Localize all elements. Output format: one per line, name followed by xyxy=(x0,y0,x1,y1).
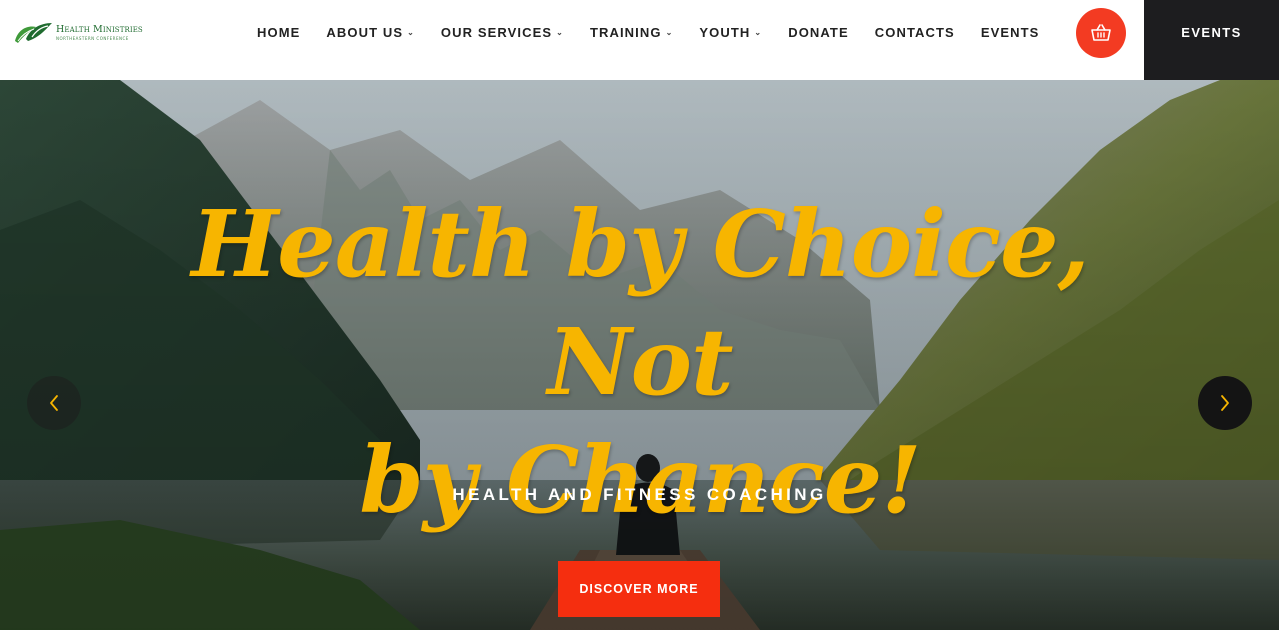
chevron-down-icon: ⌄ xyxy=(407,27,415,37)
chevron-left-icon xyxy=(50,395,58,411)
basket-icon xyxy=(1091,24,1111,41)
chevron-right-icon xyxy=(1221,395,1229,411)
nav-label: ABOUT US xyxy=(326,24,404,40)
discover-more-button[interactable]: DISCOVER MORE xyxy=(558,561,720,617)
chevron-down-icon: ⌄ xyxy=(754,27,763,37)
hero-subtitle: HEALTH AND FITNESS COACHING xyxy=(452,485,827,504)
nav-item-about-us[interactable]: ABOUT US ⌄ xyxy=(326,25,415,40)
nav-item-donate[interactable]: DONATE xyxy=(788,25,849,40)
nav-item-contacts[interactable]: CONTACTS xyxy=(875,25,955,40)
logo-title: Health Ministries xyxy=(56,24,143,36)
hero-headline-line2: by Chance! xyxy=(359,426,921,534)
chevron-down-icon: ⌄ xyxy=(665,27,674,37)
nav-item-home[interactable]: HOME xyxy=(257,25,300,40)
slider-next-button[interactable] xyxy=(1198,376,1252,430)
nav-label: CONTACTS xyxy=(874,24,955,40)
nav-label: DONATE xyxy=(788,24,849,40)
nav-item-training[interactable]: TRAINING ⌄ xyxy=(590,25,673,40)
site-header: Health Ministries NORTHEASTERN CONFERENC… xyxy=(0,0,1279,80)
nav-label: OUR SERVICES xyxy=(440,24,553,40)
chevron-down-icon: ⌄ xyxy=(556,27,564,37)
nav-label: EVENTS xyxy=(980,24,1040,40)
slider-prev-button[interactable] xyxy=(27,376,81,430)
events-button[interactable]: EVENTS xyxy=(1144,0,1279,80)
leaf-logo-icon xyxy=(15,23,52,43)
hero-headline-line1: Health by Choice, Not xyxy=(191,190,1089,416)
nav-label: HOME xyxy=(257,24,301,40)
nav-item-youth[interactable]: YOUTH ⌄ xyxy=(699,25,762,40)
logo-subtitle: NORTHEASTERN CONFERENCE xyxy=(56,35,129,41)
nav-item-our-services[interactable]: OUR SERVICES ⌄ xyxy=(441,25,564,40)
events-button-label: EVENTS xyxy=(1181,24,1242,40)
main-nav: HOME ABOUT US ⌄ OUR SERVICES ⌄ TRAINING ⌄ Y… xyxy=(257,24,1065,40)
hero-slider: Health by Choice, Not by Chance! HEALTH … xyxy=(0,80,1279,630)
site-logo[interactable]: Health Ministries NORTHEASTERN CONFERENC… xyxy=(12,18,162,48)
nav-label: TRAINING xyxy=(589,24,662,40)
nav-item-events[interactable]: EVENTS xyxy=(981,25,1040,40)
discover-more-label: DISCOVER MORE xyxy=(579,582,699,596)
nav-label: YOUTH xyxy=(699,24,751,40)
cart-button[interactable] xyxy=(1076,8,1126,58)
